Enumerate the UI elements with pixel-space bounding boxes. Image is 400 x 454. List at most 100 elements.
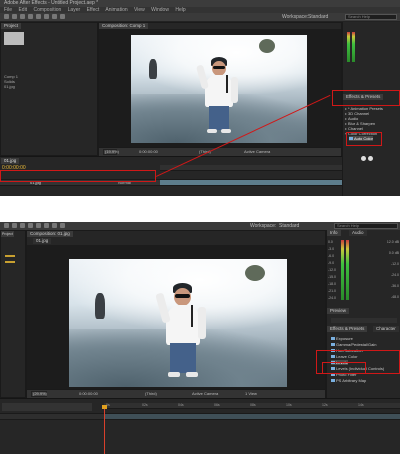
- tab-effects-presets[interactable]: Effects & Presets: [327, 326, 368, 332]
- highlight-box: [346, 132, 382, 146]
- project-panel: Project Comp 1 Solids 01.jpg: [0, 22, 98, 156]
- effect-icon: [331, 343, 335, 347]
- resolution-select[interactable]: (Third): [145, 391, 157, 397]
- layer-duration-bar[interactable]: [104, 414, 400, 419]
- time-ruler[interactable]: [160, 165, 342, 171]
- composition-viewer[interactable]: [99, 29, 341, 147]
- item-marker: [5, 255, 15, 257]
- composition-viewer[interactable]: [27, 245, 325, 389]
- layer-row[interactable]: [0, 413, 400, 420]
- right-panels: Effects & Presets ▸* Animation Presets ▸…: [342, 22, 400, 196]
- text-tool-icon[interactable]: [60, 223, 65, 228]
- tab-character[interactable]: Character: [373, 326, 399, 332]
- db-scale-label: -24.0: [391, 273, 399, 277]
- zoom-tool-icon[interactable]: [20, 223, 25, 228]
- composition-image: [131, 35, 307, 143]
- zoom-level: (29.9%): [33, 391, 48, 396]
- zoom-tool-icon[interactable]: [20, 14, 25, 19]
- person: [195, 55, 245, 143]
- db-scale-label: 0.0: [328, 240, 333, 244]
- tree: [245, 265, 265, 281]
- composition-footer: (19.9%) 0:00:00:00 (Third) Active Camera: [99, 147, 341, 156]
- db-scale-label: -18.0: [328, 282, 336, 286]
- db-scale-label: -36.0: [391, 284, 399, 288]
- ruler-tick: 08s: [250, 403, 256, 407]
- db-scale-label: -3.0: [328, 247, 335, 251]
- statue: [149, 59, 157, 79]
- dot-icon: [361, 156, 366, 161]
- audio-meter-right: [352, 32, 355, 62]
- pan-behind-tool-icon[interactable]: [44, 14, 49, 19]
- view-select[interactable]: Active Camera: [244, 149, 270, 155]
- current-time[interactable]: 0:00:00:00: [79, 391, 98, 397]
- audio-meter-right: [346, 240, 349, 300]
- db-scale-label: -48.0: [391, 295, 399, 299]
- project-panel: Project: [0, 230, 26, 398]
- workspace-label: Workspace:: [282, 14, 309, 20]
- db-scale-label: -12.0: [391, 262, 399, 266]
- current-time[interactable]: 0:00:00:00: [139, 149, 158, 155]
- pan-behind-tool-icon[interactable]: [44, 223, 49, 228]
- footage-thumbnail: [4, 32, 24, 45]
- layer-duration-bar[interactable]: [160, 180, 342, 185]
- pen-tool-icon[interactable]: [52, 223, 57, 228]
- tab-project[interactable]: Project: [1, 23, 22, 29]
- top-screenshot: Adobe After Effects - Untitled Project.a…: [0, 0, 400, 196]
- views-select[interactable]: 1 View: [245, 391, 257, 397]
- hand-tool-icon[interactable]: [12, 223, 17, 228]
- audio-meter-left: [341, 240, 344, 300]
- hand-tool-icon[interactable]: [12, 14, 17, 19]
- preview-controls[interactable]: [331, 318, 397, 323]
- playhead-line[interactable]: [104, 409, 105, 454]
- dot-icon: [368, 156, 373, 161]
- rotate-tool-icon[interactable]: [28, 14, 33, 19]
- fx-item[interactable]: Gamma/Pedestal/Gain: [331, 342, 376, 347]
- tab-audio[interactable]: Audio: [349, 230, 367, 236]
- effect-icon: [331, 337, 335, 341]
- audio-meter-left: [347, 32, 350, 62]
- timeline-controls[interactable]: [2, 403, 92, 411]
- fx-item[interactable]: Exposure: [331, 336, 353, 341]
- workspace-select[interactable]: Standard: [308, 13, 328, 21]
- highlight-box: [0, 170, 156, 182]
- statue: [95, 293, 105, 319]
- view-select[interactable]: Active Camera: [192, 391, 218, 397]
- tab-project[interactable]: Project: [1, 231, 14, 237]
- tab-info[interactable]: Info: [327, 230, 341, 236]
- pen-tool-icon[interactable]: [52, 14, 57, 19]
- db-scale-label: -24.0: [328, 296, 336, 300]
- ruler-tick: 04s: [178, 403, 184, 407]
- tab-timeline[interactable]: 01.jpg: [1, 158, 20, 164]
- rotate-tool-icon[interactable]: [28, 223, 33, 228]
- ruler-tick: 02s: [142, 403, 148, 407]
- tools-toolbar: Workspace: Standard Search Help: [0, 13, 400, 22]
- project-item[interactable]: 01.jpg: [4, 85, 15, 89]
- search-help-input[interactable]: Search Help: [345, 14, 397, 20]
- tab-comp-sub[interactable]: 01.jpg: [33, 238, 52, 244]
- time-ruler[interactable]: 0s 02s 04s 06s 08s 10s 12s 14s: [104, 403, 400, 409]
- tab-preview[interactable]: Preview: [327, 308, 350, 314]
- composition-panel: Composition: Comp 1 (19.9%) 0:00:00:00 (…: [98, 22, 342, 156]
- workspace-select[interactable]: Standard: [279, 222, 299, 230]
- text-tool-icon[interactable]: [60, 14, 65, 19]
- search-help-input[interactable]: Search Help: [334, 223, 398, 229]
- highlight-box: [322, 362, 366, 374]
- selection-tool-icon[interactable]: [4, 223, 9, 228]
- item-marker: [5, 261, 15, 263]
- db-scale-label: 12.0 dB: [386, 240, 399, 244]
- selection-tool-icon[interactable]: [4, 14, 9, 19]
- db-scale-label: 0.0 dB: [388, 251, 399, 255]
- zoom-level: (19.9%): [105, 149, 120, 154]
- db-scale-label: -21.0: [328, 289, 336, 293]
- db-scale-label: -15.0: [328, 275, 336, 279]
- db-scale-label: -12.0: [328, 268, 336, 272]
- composition-panel: Composition: 01.jpg 01.jpg (29.9%) 0:00:…: [26, 230, 326, 398]
- timeline-panel: 0s 02s 04s 06s 08s 10s 12s 14s: [0, 398, 400, 454]
- camera-tool-icon[interactable]: [36, 223, 41, 228]
- ruler-tick: 10s: [286, 403, 292, 407]
- camera-tool-icon[interactable]: [36, 14, 41, 19]
- highlight-box: [332, 90, 400, 106]
- composition-image: [69, 259, 287, 387]
- tab-composition[interactable]: Composition: 01.jpg: [27, 231, 73, 237]
- fx-item[interactable]: PS Arbitrary Map: [331, 378, 366, 383]
